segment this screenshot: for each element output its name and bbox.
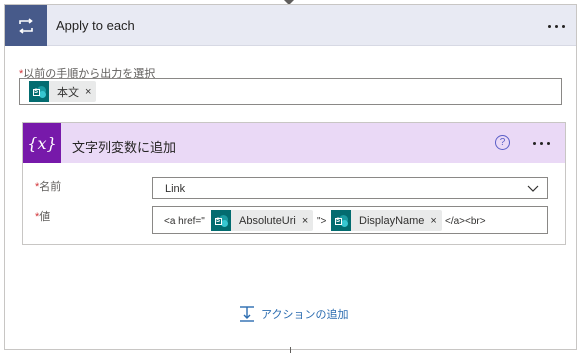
- append-string-variable-title: 文字列変数に追加: [72, 140, 177, 155]
- name-label-text: 名前: [39, 181, 62, 193]
- remove-token-icon[interactable]: ×: [302, 215, 313, 227]
- loop-more-options-icon[interactable]: [544, 19, 568, 33]
- add-action-label: アクションの追加: [261, 309, 349, 321]
- variable-name-dropdown[interactable]: Link: [152, 177, 548, 199]
- append-string-variable-card: {x} 文字列変数に追加 ? *名前 Link *値 <a href=" S A…: [22, 122, 566, 245]
- add-action-icon: [240, 306, 254, 322]
- sharepoint-icon: S: [29, 81, 49, 102]
- apply-to-each-title: Apply to each: [56, 18, 135, 33]
- select-output-field[interactable]: S 本文 ×: [19, 78, 562, 105]
- connector-line-bottom: [290, 347, 291, 353]
- remove-token-icon[interactable]: ×: [85, 86, 96, 98]
- body-token[interactable]: S 本文 ×: [29, 81, 97, 102]
- chevron-down-icon: [527, 185, 539, 192]
- value-label: *値: [35, 208, 50, 224]
- sharepoint-icon: S: [211, 210, 231, 231]
- remove-token-icon[interactable]: ×: [430, 215, 441, 227]
- append-string-variable-header[interactable]: {x} 文字列変数に追加 ?: [23, 123, 565, 163]
- variable-icon: {x}: [23, 123, 61, 163]
- loop-arrows-icon: [19, 17, 33, 34]
- absoluteuri-token-label: AbsoluteUri: [239, 214, 296, 227]
- action-more-options-icon[interactable]: [529, 136, 553, 150]
- body-token-label: 本文: [57, 86, 79, 99]
- name-label: *名前: [35, 178, 61, 194]
- value-field[interactable]: <a href=" S AbsoluteUri × "> S DisplayNa…: [152, 206, 548, 234]
- loop-icon: [5, 5, 47, 46]
- value-prefix-text: <a href=": [164, 216, 205, 227]
- sharepoint-icon: S: [331, 210, 351, 231]
- absoluteuri-token[interactable]: S AbsoluteUri ×: [211, 210, 314, 231]
- value-suffix-text: </a><br>: [445, 216, 486, 227]
- variable-name-value: Link: [165, 183, 186, 195]
- apply-to-each-header[interactable]: Apply to each: [5, 5, 576, 46]
- displayname-token[interactable]: S DisplayName ×: [331, 210, 442, 231]
- displayname-token-label: DisplayName: [359, 214, 425, 227]
- help-icon[interactable]: ?: [495, 135, 510, 150]
- add-action-button[interactable]: アクションの追加: [239, 305, 348, 323]
- apply-to-each-card: Apply to each *以前の手順から出力を選択 S 本文 × {x} 文…: [4, 4, 577, 350]
- value-middle-text: ">: [317, 216, 327, 227]
- value-label-text: 値: [39, 211, 51, 223]
